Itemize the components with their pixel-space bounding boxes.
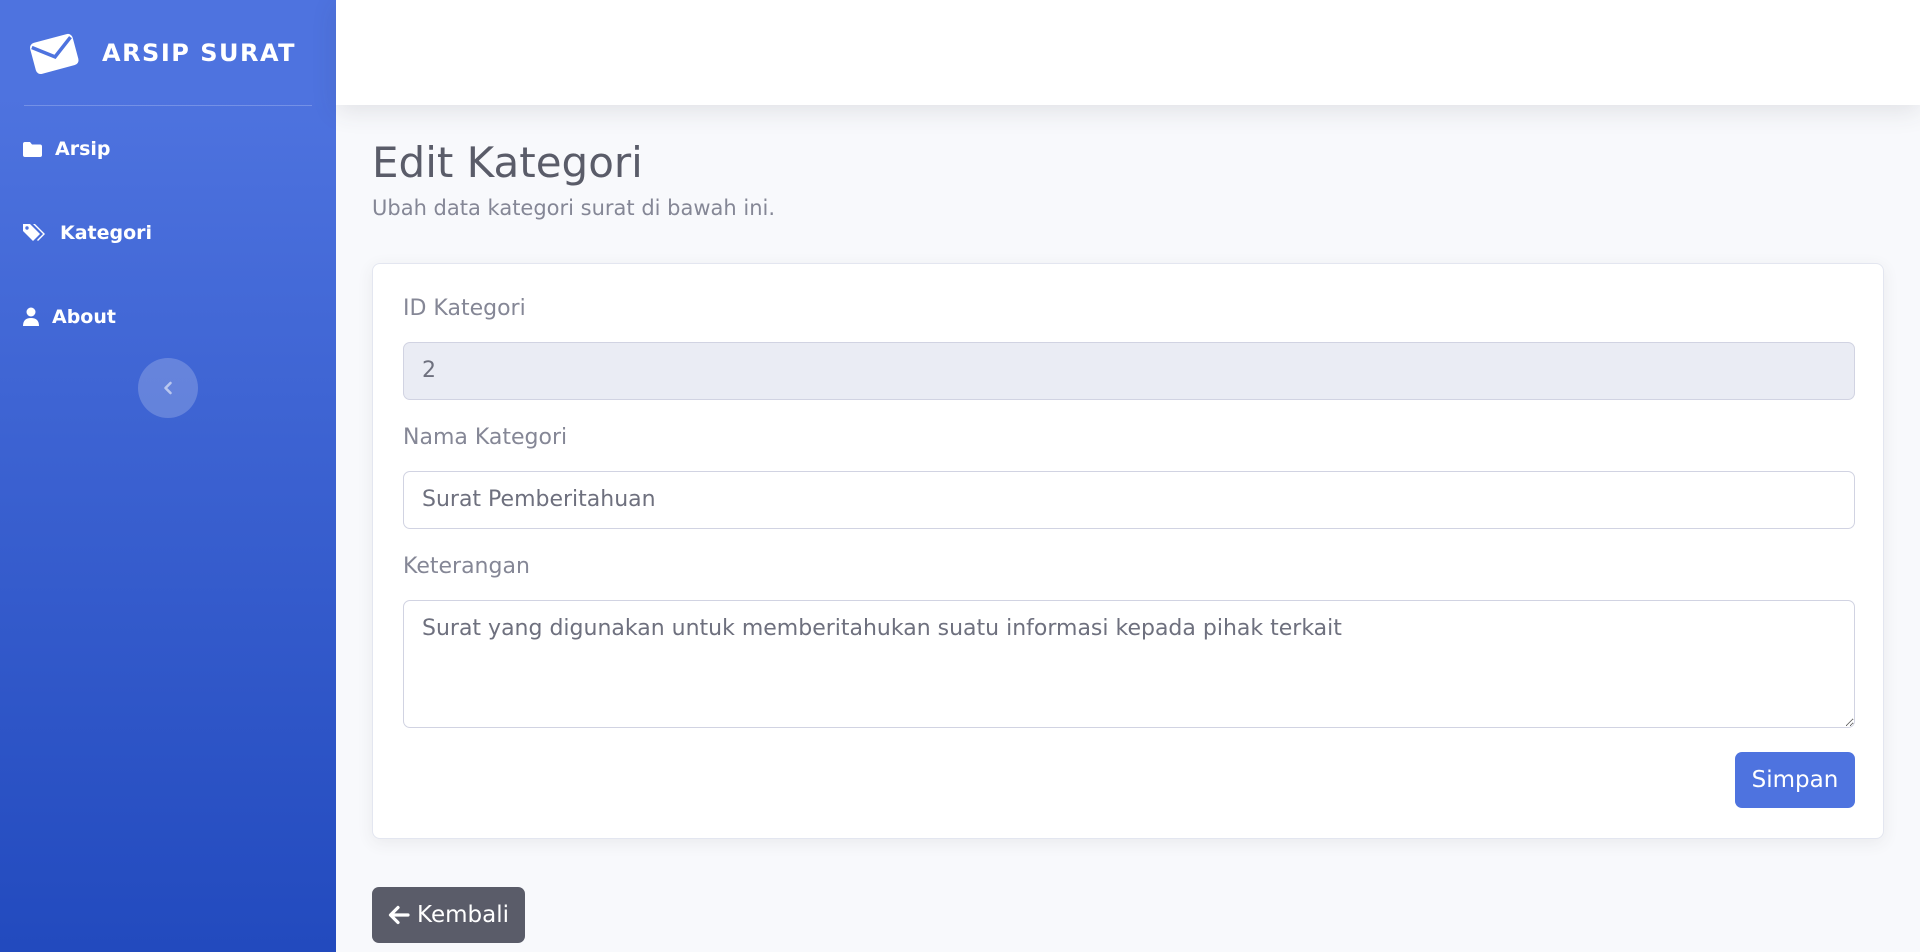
folder-icon — [23, 141, 42, 157]
envelope-icon — [29, 33, 79, 74]
sidebar-item-label: About — [52, 306, 116, 328]
back-button[interactable]: Kembali — [372, 887, 525, 943]
sidebar-item-kategori[interactable]: Kategori — [22, 213, 152, 253]
sidebar-toggle-button[interactable] — [138, 358, 198, 418]
save-button[interactable]: Simpan — [1735, 752, 1855, 808]
sidebar-item-about[interactable]: About — [22, 297, 116, 337]
topbar — [336, 0, 1920, 105]
sidebar-item-arsip[interactable]: Arsip — [22, 129, 111, 169]
sidebar: ARSIP SURAT Arsip Kategori About — [0, 0, 336, 952]
category-name-label: Nama Kategori — [403, 425, 568, 450]
user-icon — [23, 307, 39, 326]
id-category-label: ID Kategori — [403, 296, 526, 321]
description-label: Keterangan — [403, 554, 530, 579]
page-subtitle: Ubah data kategori surat di bawah ini. — [372, 196, 776, 220]
sidebar-item-label: Kategori — [60, 222, 153, 244]
page-title: Edit Kategori — [372, 138, 643, 187]
edit-category-form: ID Kategori 2 Nama Kategori Surat Pember… — [372, 263, 1884, 839]
brand-link[interactable]: ARSIP SURAT — [26, 26, 326, 80]
chevron-left-icon — [164, 381, 172, 395]
id-category-field: 2 — [403, 342, 1855, 400]
sidebar-item-label: Arsip — [55, 138, 111, 160]
description-textarea[interactable]: Surat yang digunakan untuk memberitahuka… — [403, 600, 1855, 728]
category-name-input[interactable]: Surat Pemberitahuan — [403, 471, 1855, 529]
arrow-left-icon — [388, 905, 410, 925]
sidebar-divider — [24, 105, 312, 106]
tags-icon — [23, 224, 45, 241]
brand-name: ARSIP SURAT — [102, 39, 297, 67]
back-button-label: Kembali — [417, 902, 509, 928]
